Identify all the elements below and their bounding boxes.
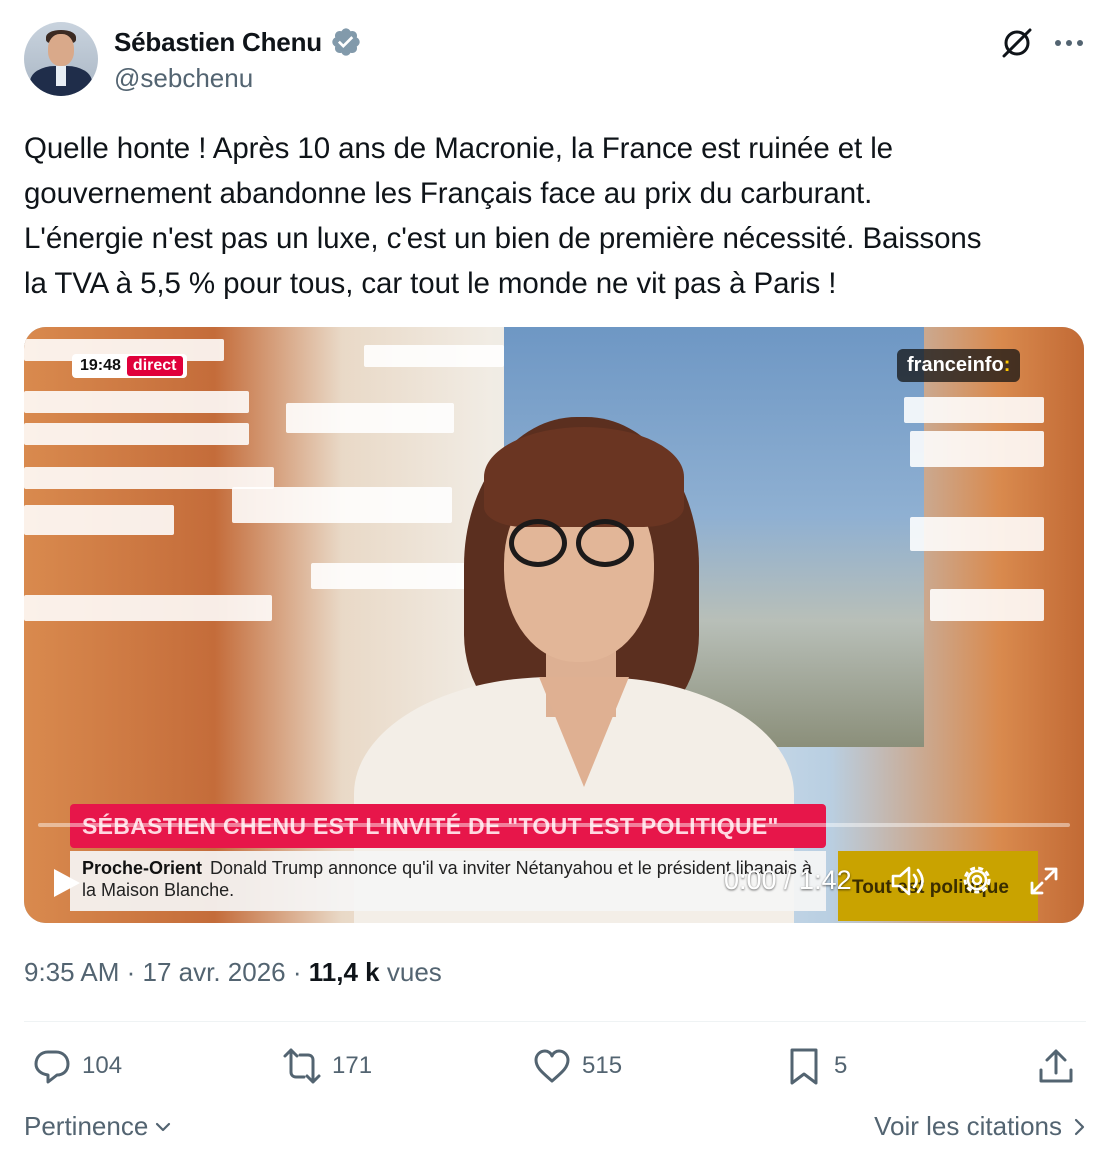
views-label: vues [386,957,442,987]
live-time-badge: 19:48 direct [72,354,187,378]
bookmark-icon [790,1048,818,1085]
bookmark-count: 5 [834,1052,848,1079]
repost-icon [283,1048,321,1084]
avatar-shirt [56,66,66,86]
chevron-right-icon [1074,1118,1085,1135]
view-quotes-label: Voir les citations [874,1111,1062,1141]
bookmark-button[interactable]: 5 [784,1046,847,1086]
meta-separator: · [292,957,309,987]
set-panel [24,505,174,535]
set-panel [910,517,1044,551]
video-progress-bar[interactable] [38,823,1070,827]
grok-icon[interactable] [1000,26,1034,60]
channel-logo-suffix: : [1003,354,1011,376]
repost-count: 171 [332,1052,373,1079]
ticker-topic: Proche-Orient [82,858,203,878]
more-options-icon[interactable] [1052,30,1086,56]
news-ticker: Proche-Orient Donald Trump annonce qu'il … [70,851,826,911]
author-name-row: Sébastien Chenu [114,26,362,58]
repost-button[interactable]: 171 [282,1046,372,1086]
heart-icon [534,1049,570,1083]
like-count: 515 [582,1052,623,1079]
reply-icon [34,1050,70,1084]
set-panel [364,345,504,367]
set-panel [24,467,274,489]
live-time: 19:48 [80,357,121,374]
avatar-face [48,34,74,66]
sort-dropdown[interactable]: Pertinence [24,1111,172,1142]
tweet-meta: 9:35 AM · 17 avr. 2026 · 11,4 k vues [24,957,442,988]
show-logo: Tout est politique [838,851,1038,921]
set-panel [910,431,1044,467]
tweet-time[interactable]: 9:35 AM [24,957,119,987]
author-display-name[interactable]: Sébastien Chenu [114,27,322,58]
author-handle[interactable]: @sebchenu [114,63,253,94]
fullscreen-icon[interactable] [1028,865,1060,897]
play-icon[interactable] [52,867,82,899]
share-icon [1039,1049,1073,1083]
like-button[interactable]: 515 [532,1046,622,1086]
reply-count: 104 [82,1052,123,1079]
volume-icon[interactable] [890,864,928,898]
set-panel [24,595,272,621]
tweet-date[interactable]: 17 avr. 2026 [143,957,286,987]
views-count: 11,4 k [308,957,380,987]
set-panel [24,423,249,445]
share-button[interactable] [1036,1046,1076,1086]
divider [24,1021,1086,1022]
set-panel [930,589,1044,621]
meta-separator: · [126,957,143,987]
set-panel [904,397,1044,423]
channel-logo: franceinfo: [897,349,1021,382]
tweet-text: Quelle honte ! Après 10 ans de Macronie,… [24,132,982,300]
set-panel [24,391,249,413]
settings-icon[interactable] [960,863,994,897]
live-label: direct [126,356,183,376]
verified-badge-icon[interactable] [330,26,362,58]
avatar[interactable] [24,22,98,96]
video-time-readout: 0:00 / 1:42 [724,865,852,895]
sort-label: Pertinence [24,1111,149,1141]
chevron-down-icon [156,1122,171,1131]
channel-logo-text: franceinfo [907,354,1004,376]
reply-button[interactable]: 104 [32,1046,122,1086]
view-quotes-link[interactable]: Voir les citations [874,1111,1086,1142]
video-player[interactable]: 19:48 direct franceinfo: SÉBASTIEN CHENU… [24,327,1084,923]
